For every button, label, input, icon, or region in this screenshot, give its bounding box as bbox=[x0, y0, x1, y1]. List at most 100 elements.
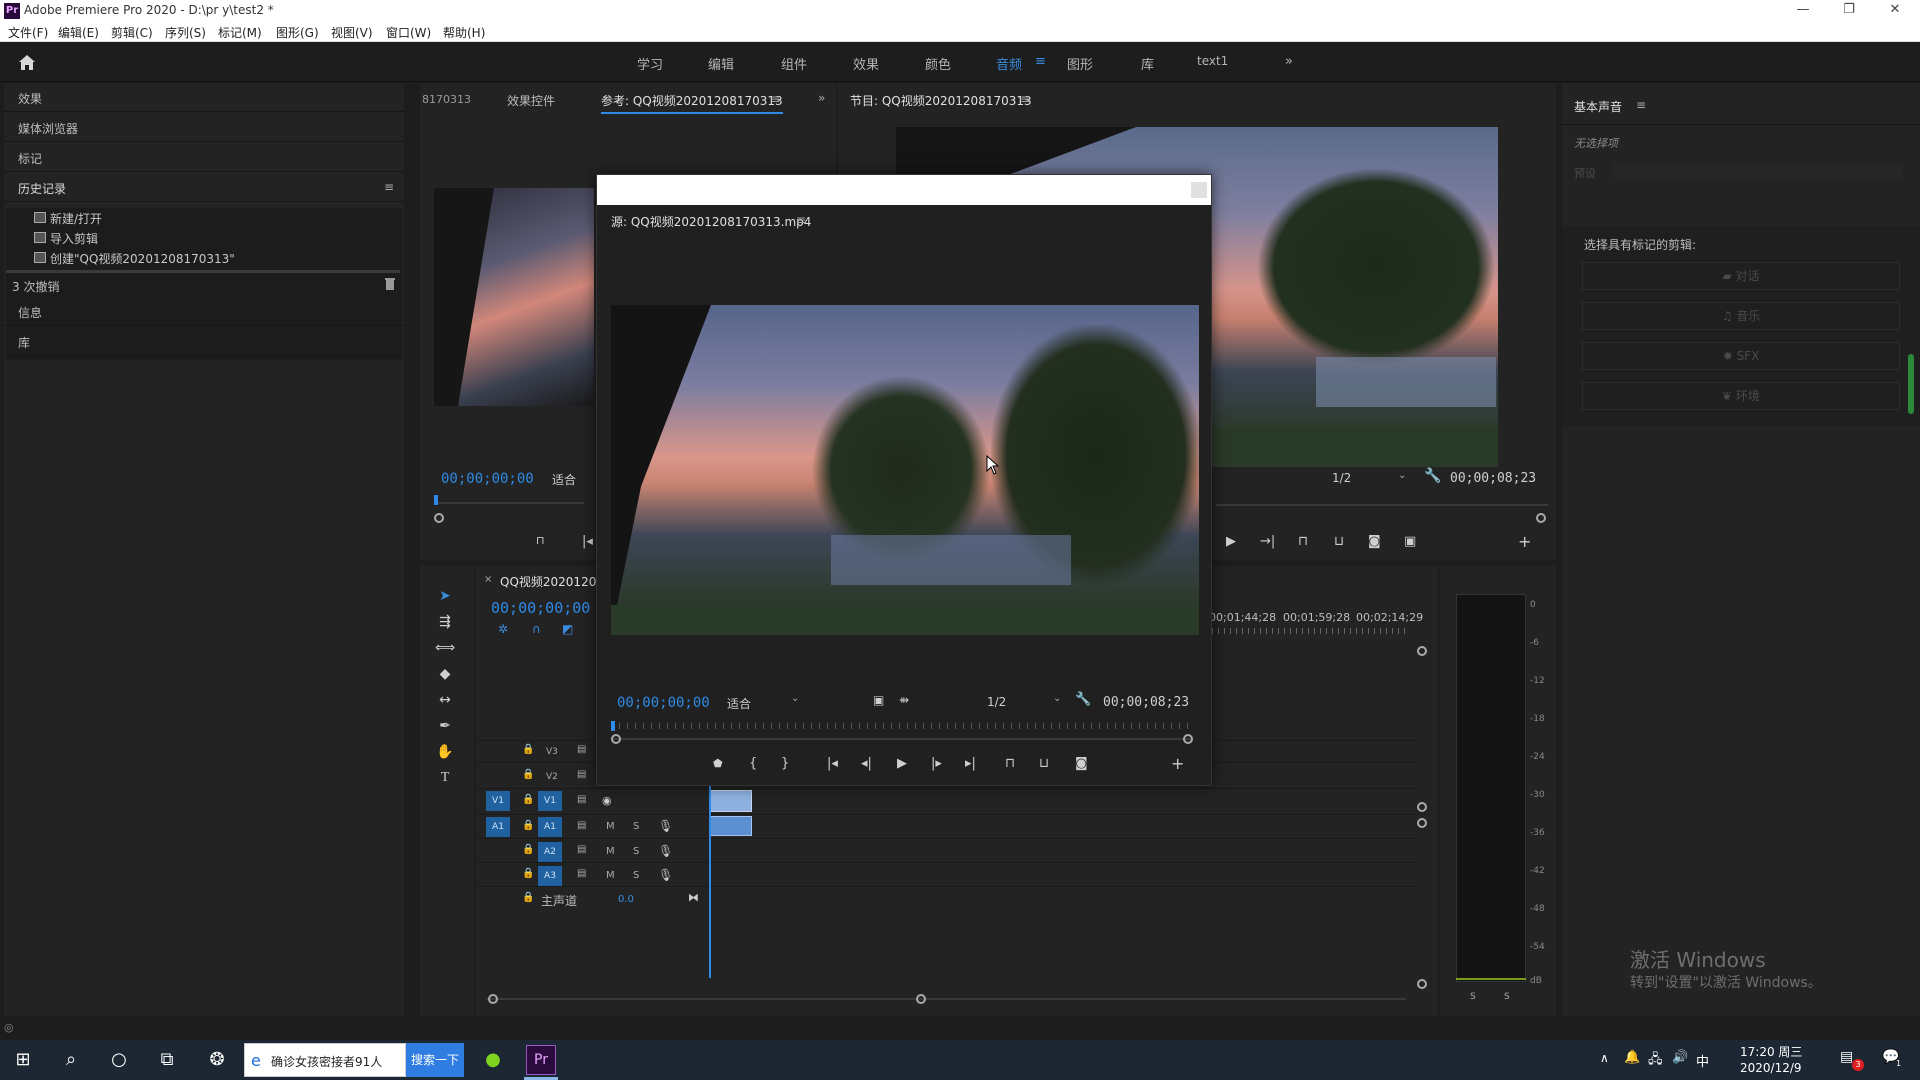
workspace-audio[interactable]: 音频 bbox=[996, 54, 1022, 73]
lock-icon[interactable]: 🔒 bbox=[522, 868, 534, 879]
program-menu-icon[interactable]: ≡ bbox=[1020, 92, 1030, 106]
wrench-icon[interactable]: 🔧 bbox=[1075, 692, 1091, 707]
media-browser-tab[interactable]: 媒体浏览器 bbox=[4, 114, 404, 142]
floating-source-scrollbar[interactable] bbox=[611, 738, 1193, 740]
home-icon[interactable] bbox=[16, 52, 38, 72]
horizontal-scrollbar[interactable] bbox=[486, 998, 1406, 1000]
app-swirl-icon[interactable]: ❂ bbox=[200, 1043, 234, 1077]
source-patch-v1[interactable]: V1 bbox=[486, 791, 510, 811]
selection-tool-icon[interactable]: ➤ bbox=[435, 588, 455, 608]
library-tab[interactable]: 库 bbox=[4, 328, 404, 356]
tab-source-partial[interactable]: 8170313 bbox=[422, 93, 471, 106]
drag-audio-icon[interactable]: ⇻ bbox=[899, 693, 909, 707]
reference-scrubber[interactable] bbox=[434, 502, 584, 504]
comparison-view-icon[interactable]: ▣ bbox=[1404, 534, 1416, 549]
insert-icon[interactable]: ⊓ bbox=[1005, 756, 1015, 771]
essential-sound-title[interactable]: 基本声音 bbox=[1574, 98, 1622, 115]
floating-fit-dropdown[interactable]: 适合 bbox=[727, 695, 751, 712]
lock-icon[interactable]: 🔒 bbox=[522, 769, 534, 780]
step-back-icon[interactable]: |◂ bbox=[582, 534, 593, 549]
fit-chevron-icon[interactable]: ⌄ bbox=[791, 693, 799, 704]
essential-sound-menu-icon[interactable]: ≡ bbox=[1636, 98, 1646, 112]
sync-lock-icon[interactable]: ▤ bbox=[577, 794, 586, 805]
workspace-graphics[interactable]: 图形 bbox=[1067, 54, 1093, 73]
voiceover-mic-icon[interactable]: 🎙 bbox=[658, 844, 673, 858]
mute-button[interactable]: M bbox=[606, 846, 615, 857]
program-resolution-dropdown[interactable]: 1/2 bbox=[1332, 471, 1351, 485]
add-marker-icon[interactable]: ⬟ bbox=[713, 757, 723, 770]
track-v3-label[interactable]: V3 bbox=[546, 747, 558, 757]
show-hidden-icons-icon[interactable]: ∧ bbox=[1600, 1051, 1609, 1065]
extract-icon[interactable]: ⊔ bbox=[1334, 534, 1344, 549]
floating-zoom-left[interactable] bbox=[611, 734, 621, 744]
ambience-button[interactable]: ❦ 环境 bbox=[1582, 382, 1900, 410]
sync-lock-icon[interactable]: ▤ bbox=[577, 820, 586, 831]
reference-timecode[interactable]: 00;00;00;00 bbox=[441, 471, 534, 487]
panel-more-icon[interactable]: » bbox=[818, 91, 825, 105]
program-monitor-title[interactable]: 节目: QQ视频20201208170313 bbox=[850, 92, 1032, 109]
export-frame-icon[interactable]: ◙ bbox=[1368, 534, 1381, 549]
tab-reference-monitor[interactable]: 参考: QQ视频20201208170313 bbox=[601, 92, 783, 114]
markers-tab[interactable]: 标记 bbox=[4, 144, 404, 172]
dialogue-button[interactable]: ▰ 对话 bbox=[1582, 262, 1900, 290]
solo-left-button[interactable]: S bbox=[1470, 992, 1476, 1002]
nest-icon[interactable]: ✲ bbox=[498, 622, 508, 636]
history-item[interactable]: 导入剪辑 bbox=[50, 230, 98, 247]
music-button[interactable]: ♫ 音乐 bbox=[1582, 302, 1900, 330]
floating-source-title[interactable]: 源: QQ视频20201208170313.mp4 bbox=[611, 213, 811, 230]
lock-icon[interactable]: 🔒 bbox=[522, 820, 534, 831]
go-to-end-icon[interactable]: ⧓ bbox=[688, 891, 699, 904]
floating-source-video-frame[interactable] bbox=[611, 305, 1199, 635]
lift-icon[interactable]: ⊓ bbox=[1298, 534, 1308, 549]
notification-bell-icon[interactable]: 🔔 bbox=[1624, 1050, 1640, 1065]
menu-sequence[interactable]: 序列(S) bbox=[165, 24, 206, 41]
type-tool-icon[interactable]: T bbox=[435, 770, 455, 790]
source-patch-a1[interactable]: A1 bbox=[486, 817, 510, 837]
sync-lock-icon[interactable]: ▤ bbox=[577, 844, 586, 855]
hand-tool-icon[interactable]: ✋ bbox=[435, 744, 455, 764]
export-frame-icon[interactable]: ◙ bbox=[1075, 756, 1088, 771]
close-sequence-icon[interactable]: × bbox=[484, 574, 492, 585]
video-clip[interactable] bbox=[710, 790, 752, 812]
sfx-button[interactable]: ✸ SFX bbox=[1582, 342, 1900, 370]
network-icon[interactable]: 🖧 bbox=[1648, 1050, 1663, 1072]
reference-fit-dropdown[interactable]: 适合 bbox=[552, 471, 576, 488]
panel-scrollbar[interactable] bbox=[1908, 354, 1914, 414]
play-icon[interactable]: ▶ bbox=[897, 756, 907, 771]
track-a2-target[interactable]: A2 bbox=[538, 842, 562, 862]
drag-video-icon[interactable]: ▣ bbox=[873, 693, 884, 707]
sync-lock-icon[interactable]: ▤ bbox=[577, 769, 586, 780]
minimize-button[interactable]: — bbox=[1780, 0, 1826, 22]
search-icon[interactable]: ⌕ bbox=[54, 1043, 88, 1077]
clock-date[interactable]: 2020/12/9 bbox=[1740, 1061, 1802, 1075]
lock-icon[interactable]: 🔒 bbox=[522, 744, 534, 755]
volume-icon[interactable]: 🔊 bbox=[1672, 1050, 1688, 1065]
history-menu-icon[interactable]: ≡ bbox=[384, 180, 394, 194]
clock-time[interactable]: 17:20 周三 bbox=[1740, 1043, 1802, 1060]
floating-resolution-dropdown[interactable]: 1/2 bbox=[987, 695, 1006, 709]
master-volume-value[interactable]: 0.0 bbox=[618, 894, 634, 905]
reference-playhead[interactable] bbox=[434, 495, 438, 505]
program-scrubber[interactable] bbox=[1216, 504, 1548, 506]
windows-start-icon[interactable]: ⊞ bbox=[6, 1043, 40, 1077]
browser-taskbar-item[interactable]: e 确诊女孩密接者91人 bbox=[244, 1043, 406, 1077]
task-view-icon[interactable]: ⧉ bbox=[150, 1043, 184, 1077]
floating-window-close-button[interactable] bbox=[1191, 182, 1207, 198]
reference-menu-icon[interactable]: ≡ bbox=[770, 92, 780, 106]
history-scrollbar[interactable] bbox=[6, 270, 400, 273]
workspace-assembly[interactable]: 组件 bbox=[781, 54, 807, 73]
history-item[interactable]: 新建/打开 bbox=[50, 210, 102, 227]
track-select-tool-icon[interactable]: ⇶ bbox=[435, 614, 455, 634]
floating-zoom-right[interactable] bbox=[1183, 734, 1193, 744]
mark-in-icon[interactable]: { bbox=[749, 756, 757, 771]
workspace-edit[interactable]: 编辑 bbox=[708, 54, 734, 73]
solo-button[interactable]: S bbox=[633, 870, 639, 881]
green-app-icon[interactable]: ● bbox=[476, 1043, 510, 1077]
floating-source-menu-icon[interactable]: ≡ bbox=[796, 213, 806, 227]
play-icon[interactable]: ▶ bbox=[1226, 534, 1236, 549]
overwrite-icon[interactable]: ⊔ bbox=[1039, 756, 1049, 771]
premiere-taskbar-icon[interactable]: Pr bbox=[526, 1045, 556, 1075]
floating-source-ruler[interactable] bbox=[611, 723, 1193, 729]
pen-tool-icon[interactable]: ✒ bbox=[435, 718, 455, 738]
workspace-learn[interactable]: 学习 bbox=[637, 54, 663, 73]
